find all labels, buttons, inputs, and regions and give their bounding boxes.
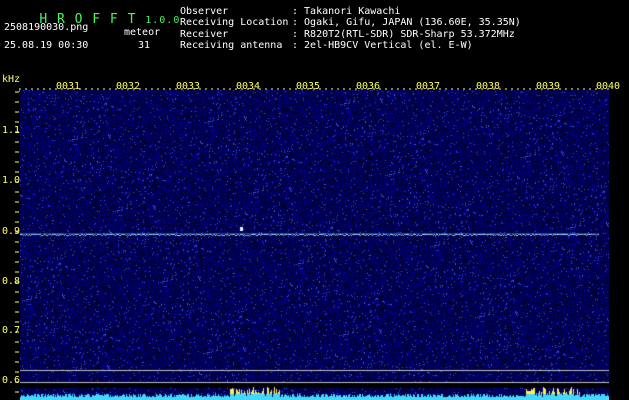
spectrogram-canvas [20,90,609,400]
